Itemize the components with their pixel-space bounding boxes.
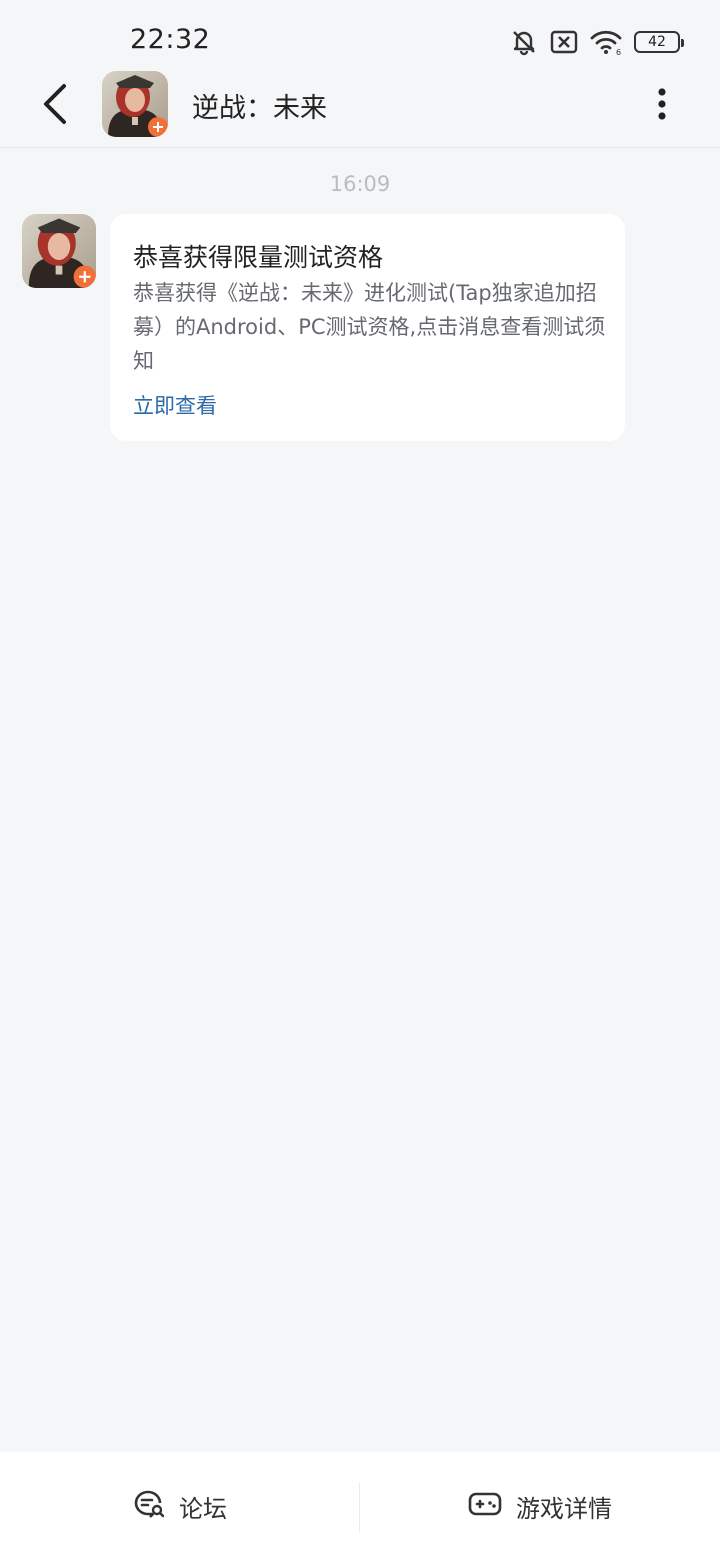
more-vertical-icon	[657, 87, 667, 125]
tab-forum[interactable]: 论坛	[0, 1452, 360, 1560]
status-bar: 22:32 6 42	[0, 0, 720, 70]
bell-muted-icon	[510, 28, 538, 56]
tab-game-details-label: 游戏详情	[516, 1494, 612, 1523]
gamepad-icon	[468, 1491, 502, 1521]
message-timestamp: 16:09	[329, 172, 391, 196]
tab-game-details[interactable]: 游戏详情	[360, 1452, 720, 1560]
message-title: 恭喜获得限量测试资格	[133, 243, 384, 272]
page-title: 逆战：未来	[192, 93, 327, 124]
game-avatar[interactable]	[102, 71, 168, 137]
battery-level: 42	[648, 34, 666, 50]
back-button[interactable]	[30, 78, 80, 134]
forum-icon	[133, 1489, 165, 1523]
wifi-icon: 6	[590, 29, 622, 55]
battery-icon: 42	[634, 31, 684, 53]
bottom-bar: 论坛 游戏详情	[0, 1452, 720, 1560]
message-body: 恭喜获得《逆战：未来》进化测试(Tap独家追加招募）的Android、PC测试资…	[133, 281, 606, 373]
message-card[interactable]: 恭喜获得限量测试资格 恭喜获得《逆战：未来》进化测试(Tap独家追加招募）的An…	[110, 214, 625, 441]
status-icons: 6 42	[510, 26, 684, 58]
sender-avatar[interactable]	[22, 214, 96, 288]
tab-divider	[359, 1482, 360, 1532]
nav-bar: 逆战：未来	[0, 70, 720, 148]
svg-text:6: 6	[616, 48, 621, 55]
tab-forum-label: 论坛	[179, 1494, 227, 1523]
view-now-link[interactable]: 立即查看	[133, 390, 217, 420]
chevron-left-icon	[40, 82, 70, 130]
sim-off-icon	[550, 30, 578, 54]
status-time: 22:32	[130, 24, 211, 55]
more-button[interactable]	[642, 84, 682, 128]
